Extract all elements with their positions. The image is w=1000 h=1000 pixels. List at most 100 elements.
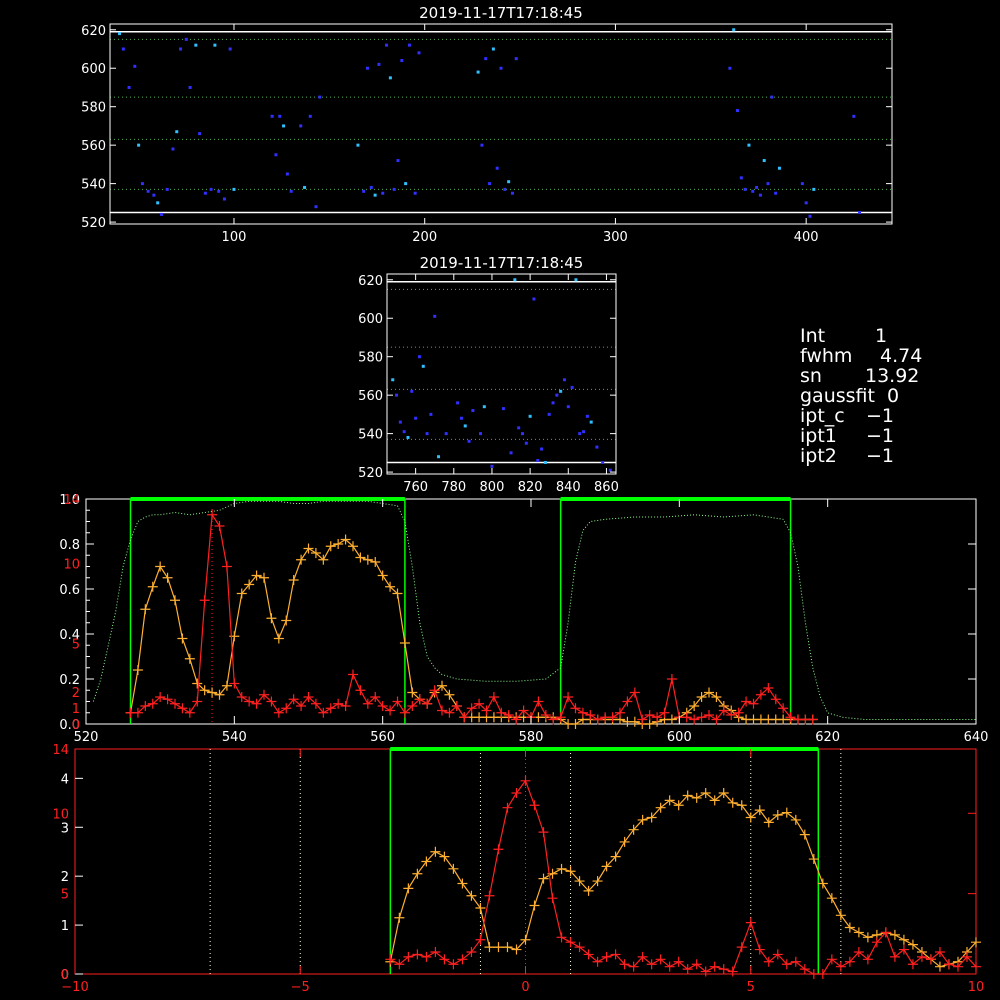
x-tick-label: 820	[518, 480, 543, 495]
data-point	[503, 187, 507, 191]
data-point	[381, 191, 385, 195]
data-point	[578, 432, 582, 436]
y-tick-label: 580	[358, 351, 383, 366]
info-value-ipt2: −1	[866, 445, 894, 467]
data-point	[751, 189, 755, 193]
data-point	[421, 364, 425, 368]
data-point	[203, 191, 207, 195]
data-point	[121, 47, 125, 51]
data-point	[417, 51, 421, 55]
info-label-ipt2: ipt2	[800, 445, 837, 467]
data-point	[804, 201, 808, 205]
data-point	[476, 70, 480, 74]
data-point	[404, 182, 408, 186]
data-point	[417, 355, 421, 359]
data-point	[398, 420, 402, 424]
data-point	[758, 193, 762, 197]
data-point	[159, 212, 163, 216]
data-point	[377, 62, 381, 66]
data-point	[282, 124, 286, 128]
y-tick-label: 2	[61, 870, 69, 885]
data-point	[318, 95, 322, 99]
data-point	[520, 432, 524, 436]
data-point	[484, 57, 488, 61]
data-point	[303, 185, 307, 189]
data-point	[395, 393, 399, 397]
data-point	[385, 43, 389, 47]
data-point	[308, 114, 312, 118]
x-tick-label: 620	[815, 730, 840, 745]
y-tick-label: 540	[358, 428, 383, 443]
info-value-gaussfit: 0	[887, 385, 899, 407]
data-point	[171, 147, 175, 151]
data-point	[547, 412, 551, 416]
data-point	[410, 389, 414, 393]
data-point	[213, 43, 217, 47]
data-point	[743, 187, 747, 191]
data-point	[532, 297, 536, 301]
info-value-ipt1: −1	[866, 425, 894, 447]
data-point	[589, 420, 593, 424]
data-point	[179, 47, 183, 51]
data-point	[407, 43, 411, 47]
data-point	[406, 435, 410, 439]
data-point	[574, 278, 578, 282]
x-tick-label: 0	[521, 980, 529, 995]
y-tick-label: 620	[358, 274, 383, 289]
data-point	[278, 114, 282, 118]
data-point	[388, 76, 392, 80]
data-point	[514, 57, 518, 61]
data-point	[152, 193, 156, 197]
figure-canvas: 2019-11-17T17:18:45 5 2 0 540 560 580 600 620 1 0 0…	[0, 0, 1000, 1000]
data-point	[194, 43, 198, 47]
x-tick-label: 5	[747, 980, 755, 995]
data-point	[536, 459, 540, 463]
y-tick-label: 0.8	[59, 538, 80, 553]
data-point	[414, 416, 418, 420]
data-point	[413, 191, 417, 195]
y-tick-label: 560	[358, 389, 383, 404]
data-point	[118, 32, 122, 36]
data-point	[274, 153, 278, 157]
red-y-tick-label: 1	[72, 702, 80, 717]
data-point	[425, 432, 429, 436]
data-point	[595, 445, 599, 449]
y-tick-label: 600	[81, 62, 106, 77]
data-point	[543, 460, 547, 464]
data-point	[555, 393, 559, 397]
data-point	[396, 159, 400, 163]
x-tick-label: 800	[480, 480, 505, 495]
data-point	[495, 166, 499, 170]
data-point	[517, 426, 521, 430]
data-point	[156, 201, 160, 205]
data-point	[559, 389, 563, 393]
data-point	[540, 447, 544, 451]
info-label-int: Int	[800, 325, 825, 347]
data-point	[429, 412, 433, 416]
data-point	[812, 187, 816, 191]
data-point	[299, 124, 303, 128]
data-point	[608, 468, 612, 472]
data-point	[232, 187, 236, 191]
data-point	[479, 432, 483, 436]
data-point	[373, 193, 377, 197]
panel-title: 2019-11-17T17:18:45	[419, 4, 583, 22]
data-point	[362, 189, 366, 193]
data-point	[127, 85, 131, 89]
data-point	[800, 182, 804, 186]
x-tick-label: 840	[556, 480, 581, 495]
data-point	[400, 59, 404, 63]
data-point	[777, 166, 781, 170]
data-point	[551, 401, 555, 405]
y-tick-label: 0.6	[59, 583, 80, 598]
data-point	[184, 37, 188, 41]
data-point	[858, 210, 862, 214]
x-tick-label: −10	[61, 980, 88, 995]
data-point	[369, 185, 373, 189]
data-point	[499, 66, 503, 70]
data-point	[146, 189, 150, 193]
data-point	[356, 143, 360, 147]
info-label-fwhm: fwhm	[800, 345, 852, 367]
data-point	[524, 441, 528, 445]
y-tick-label: 580	[81, 101, 106, 116]
